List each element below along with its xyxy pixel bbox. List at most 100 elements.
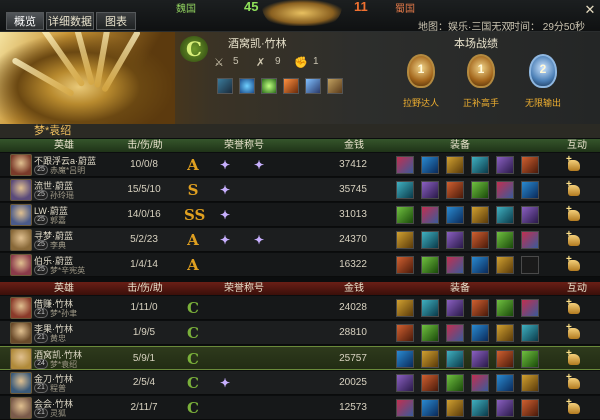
interact-thumbs-up-icon[interactable]: + <box>566 229 582 248</box>
equipment-icon[interactable] <box>496 256 514 274</box>
equipment-icon[interactable] <box>421 299 439 317</box>
equipment-icon[interactable] <box>421 324 439 342</box>
equipment-icon[interactable] <box>446 181 464 199</box>
equipment-icon[interactable] <box>496 299 514 317</box>
interact-thumbs-up-icon[interactable]: + <box>566 204 582 223</box>
equipment-icon[interactable] <box>471 350 489 368</box>
table-row[interactable]: 会会·竹林 21 灵狐 2/11/7 12573 + C <box>0 396 600 420</box>
equipment-icon[interactable] <box>521 399 539 417</box>
avatar[interactable] <box>10 297 32 319</box>
equipment-icon[interactable] <box>496 374 514 392</box>
equipment-icon[interactable] <box>446 206 464 224</box>
equipment-icon[interactable] <box>396 399 414 417</box>
equipment-icon[interactable] <box>396 299 414 317</box>
avatar[interactable] <box>10 204 32 226</box>
equipment-icon[interactable] <box>471 231 489 249</box>
avatar[interactable] <box>10 154 32 176</box>
equipment-icon[interactable] <box>446 374 464 392</box>
equipment-icon[interactable] <box>471 206 489 224</box>
item-slot-icon[interactable] <box>305 78 321 94</box>
avatar[interactable] <box>10 397 32 419</box>
equipment-icon[interactable] <box>446 399 464 417</box>
equipment-icon[interactable] <box>396 324 414 342</box>
equipment-icon[interactable] <box>396 206 414 224</box>
equipment-icon[interactable] <box>471 399 489 417</box>
equipment-icon[interactable] <box>446 231 464 249</box>
equipment-icon[interactable] <box>521 156 539 174</box>
avatar[interactable] <box>10 348 32 370</box>
equipment-icon[interactable] <box>421 350 439 368</box>
equipment-icon[interactable] <box>421 399 439 417</box>
equipment-icon[interactable] <box>446 299 464 317</box>
avatar[interactable] <box>10 179 32 201</box>
avatar[interactable] <box>10 229 32 251</box>
interact-thumbs-up-icon[interactable]: + <box>566 397 582 416</box>
table-row[interactable]: 金刀·竹林 21 程普 2/5/4 20025 + C✦ <box>0 371 600 395</box>
equipment-icon[interactable] <box>396 374 414 392</box>
badge-last-hit-master[interactable]: 1 正补高手 <box>458 54 504 108</box>
table-row[interactable]: LW·蔚蓝 25 郭嘉 14/0/16 31013 + SS✦ <box>0 203 600 227</box>
table-row[interactable]: 酒窝凯·竹林 24 梦*袁绍 5/9/1 25757 + C <box>0 346 600 370</box>
badge-jungle-master[interactable]: 1 拉野达人 <box>398 54 444 108</box>
equipment-icon[interactable] <box>396 156 414 174</box>
equipment-icon[interactable] <box>496 231 514 249</box>
equipment-icon[interactable] <box>471 324 489 342</box>
equipment-icon[interactable] <box>421 256 439 274</box>
table-row[interactable]: 借赚·竹林 21 梦*孙聿 1/11/0 24028 + C <box>0 296 600 320</box>
badge-unlimited-damage[interactable]: 2 无限输出 <box>520 54 566 108</box>
equipment-icon[interactable] <box>496 181 514 199</box>
equipment-icon[interactable] <box>446 156 464 174</box>
table-row[interactable]: 伯乐·蔚蓝 25 梦*辛宪英 1/4/14 16322 + A <box>0 253 600 277</box>
equipment-icon[interactable] <box>471 374 489 392</box>
interact-thumbs-up-icon[interactable]: + <box>566 254 582 273</box>
equipment-icon[interactable] <box>396 231 414 249</box>
interact-thumbs-up-icon[interactable]: + <box>566 322 582 341</box>
interact-thumbs-up-icon[interactable]: + <box>566 179 582 198</box>
avatar[interactable] <box>10 322 32 344</box>
equipment-icon[interactable] <box>521 374 539 392</box>
item-slot-icon[interactable] <box>327 78 343 94</box>
avatar[interactable] <box>10 254 32 276</box>
equipment-icon[interactable] <box>496 206 514 224</box>
table-row[interactable]: 流世·蔚蓝 25 孙玲瑶 15/5/10 35745 + S✦ <box>0 178 600 202</box>
equipment-icon[interactable] <box>471 181 489 199</box>
item-slot-icon[interactable] <box>283 78 299 94</box>
equipment-icon[interactable] <box>521 181 539 199</box>
equipment-icon[interactable] <box>396 350 414 368</box>
equipment-icon[interactable] <box>521 350 539 368</box>
equipment-icon[interactable] <box>446 350 464 368</box>
equipment-icon[interactable] <box>471 156 489 174</box>
equipment-icon[interactable] <box>521 231 539 249</box>
equipment-icon[interactable] <box>421 374 439 392</box>
equipment-icon[interactable] <box>496 399 514 417</box>
equipment-icon[interactable] <box>471 299 489 317</box>
interact-thumbs-up-icon[interactable]: + <box>566 372 582 391</box>
tab-details[interactable]: 详细数据 <box>46 12 94 30</box>
interact-thumbs-up-icon[interactable]: + <box>566 348 582 367</box>
equipment-icon[interactable] <box>421 206 439 224</box>
equipment-icon[interactable] <box>421 181 439 199</box>
item-slot-icon[interactable] <box>217 78 233 94</box>
item-slot-icon[interactable] <box>239 78 255 94</box>
equipment-icon[interactable] <box>496 156 514 174</box>
interact-thumbs-up-icon[interactable]: + <box>566 154 582 173</box>
table-row[interactable]: 李果·竹林 21 黄忠 1/9/5 28810 + C <box>0 321 600 345</box>
equipment-icon[interactable] <box>421 156 439 174</box>
equipment-icon[interactable] <box>396 181 414 199</box>
avatar[interactable] <box>10 372 32 394</box>
equipment-icon[interactable] <box>496 324 514 342</box>
equipment-icon[interactable] <box>496 350 514 368</box>
equipment-icon[interactable] <box>521 299 539 317</box>
equipment-icon[interactable] <box>521 206 539 224</box>
item-slot-icon[interactable] <box>261 78 277 94</box>
equipment-icon[interactable] <box>521 324 539 342</box>
interact-thumbs-up-icon[interactable]: + <box>566 297 582 316</box>
equipment-icon[interactable] <box>446 256 464 274</box>
equipment-icon[interactable] <box>421 231 439 249</box>
equipment-icon[interactable] <box>471 256 489 274</box>
tab-charts[interactable]: 图表 <box>96 12 136 30</box>
close-icon[interactable]: ✕ <box>584 3 596 16</box>
equipment-icon[interactable] <box>446 324 464 342</box>
equipment-icon[interactable] <box>521 256 539 274</box>
table-row[interactable]: 不跟浮云a·蔚蓝 25 赤魔*吕明 10/0/8 37412 + A✦✦ <box>0 153 600 177</box>
